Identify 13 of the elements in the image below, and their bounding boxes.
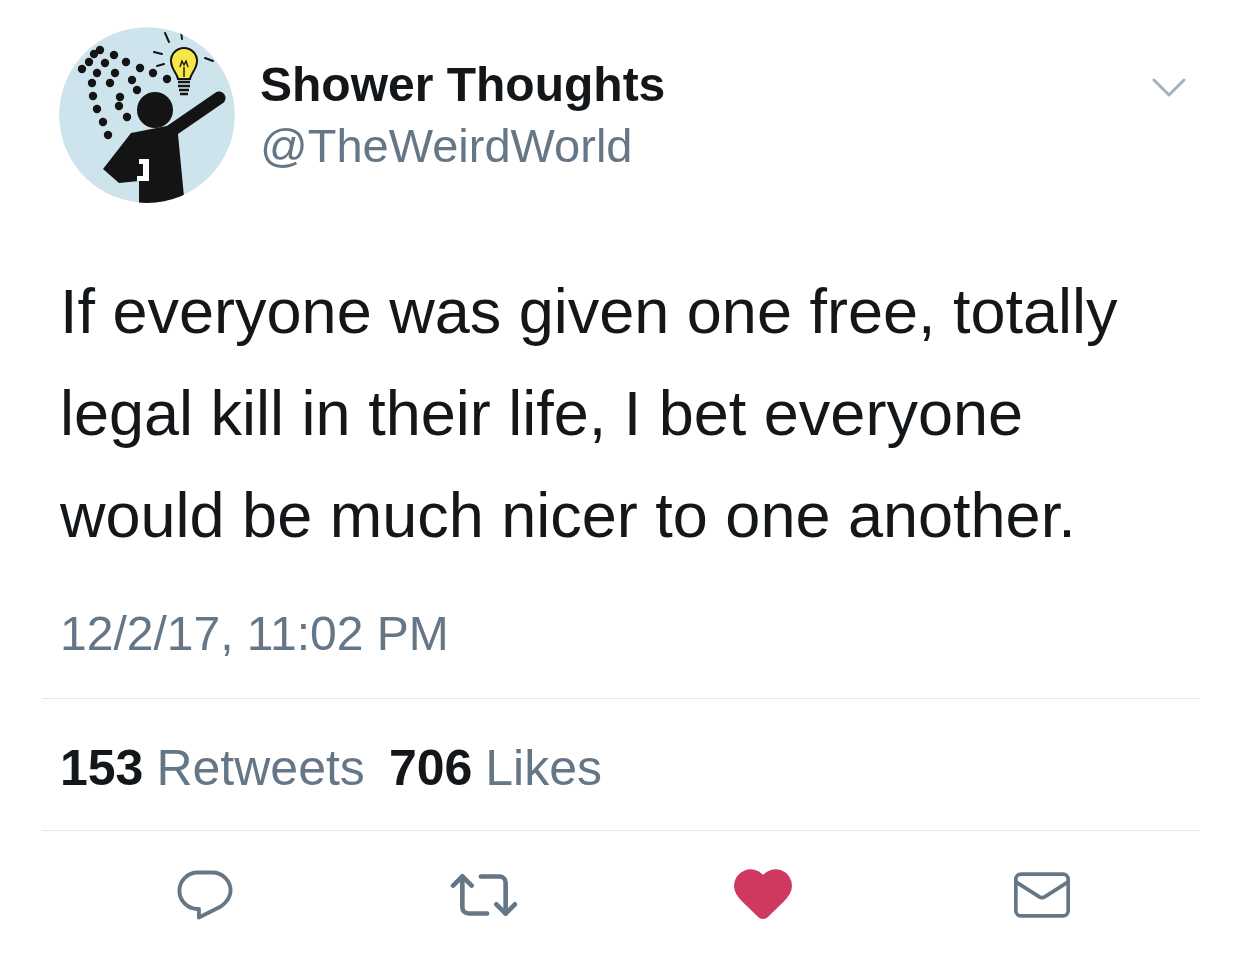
heart-icon[interactable] xyxy=(734,869,792,921)
account-name[interactable]: Shower Thoughts xyxy=(260,61,666,109)
stat-count[interactable]: 706 xyxy=(388,743,473,793)
mail-icon[interactable] xyxy=(1014,871,1070,919)
tweet-text: If everyone was given one free, totally legal kill in their life, I bet everyone would be much nicer to one another. xyxy=(60,275,1119,552)
stat-label[interactable]: Retweets xyxy=(156,743,365,793)
reply-icon[interactable] xyxy=(177,869,233,921)
stat-count[interactable]: 153 xyxy=(60,743,144,793)
tweet-timestamp: 12/2/17, 11:02 PM xyxy=(60,610,449,658)
avatar-icon xyxy=(59,27,235,203)
account-handle[interactable]: @TheWeirdWorld xyxy=(260,122,666,169)
retweet-icon[interactable] xyxy=(450,872,518,918)
stat-label[interactable]: Likes xyxy=(485,743,603,793)
